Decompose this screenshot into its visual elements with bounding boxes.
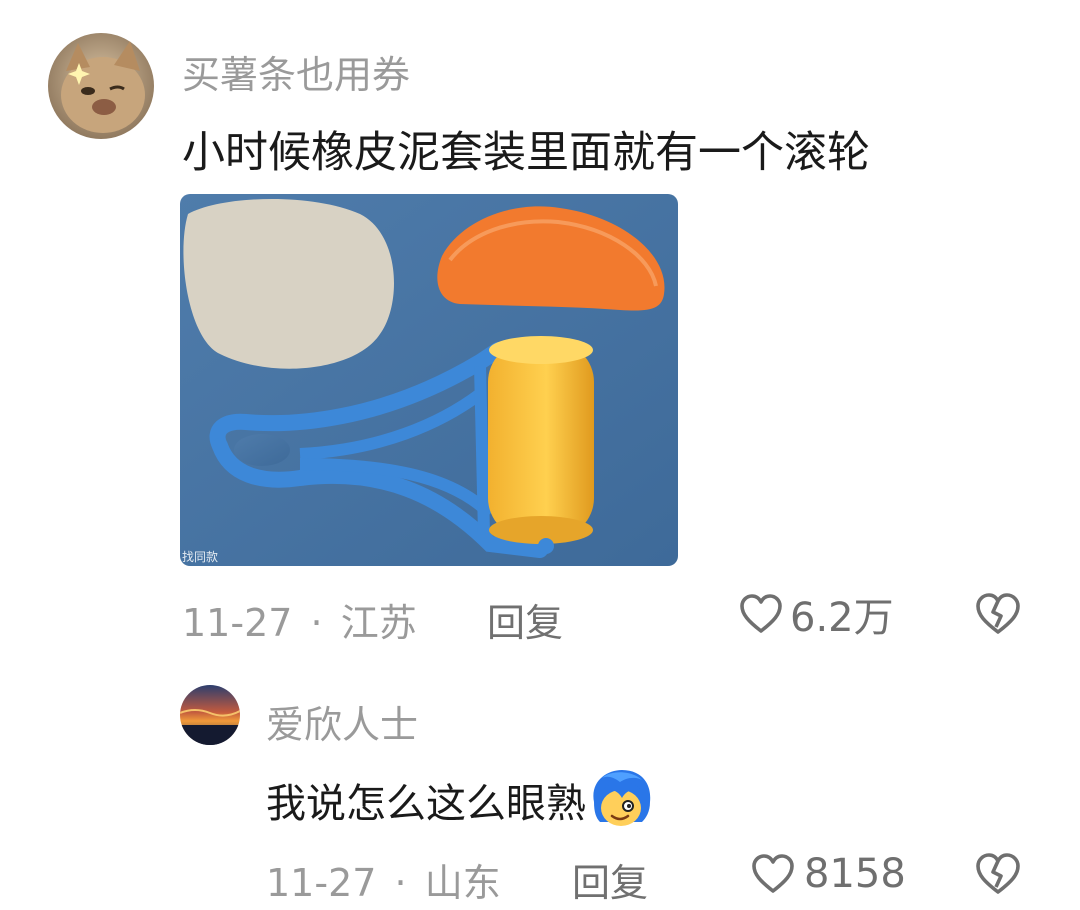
heart-outline-icon [750, 853, 796, 895]
reply-reply-button[interactable]: 回复 [572, 852, 648, 907]
reply-date-location: 11-27 · 山东 [266, 852, 501, 907]
comment-text: 小时候橡皮泥套装里面就有一个滚轮 [182, 128, 870, 178]
comment-location: 江苏 [340, 601, 417, 645]
sunset-avatar[interactable] [180, 685, 240, 745]
meta-separator: · [310, 601, 323, 645]
broken-heart-icon [974, 592, 1022, 636]
dislike-button[interactable] [974, 592, 1022, 640]
comment-date: 11-27 [182, 601, 293, 645]
broken-heart-icon [974, 852, 1022, 896]
cat-avatar[interactable] [48, 33, 154, 139]
like-button[interactable]: 6.2万 [738, 590, 894, 641]
reply-location: 山东 [424, 861, 501, 905]
blue-hair-face-emoji [588, 768, 654, 832]
comment-username[interactable]: 买薯条也用券 [182, 44, 410, 99]
heart-outline-icon [738, 593, 784, 635]
reply-username[interactable]: 爱欣人士 [266, 694, 418, 749]
reply-date: 11-27 [266, 861, 377, 905]
reply-like-button[interactable]: 8158 [750, 850, 906, 898]
comment-photo[interactable]: 找同款 [180, 194, 678, 566]
reply-text: 我说怎么这么眼熟 [266, 768, 654, 832]
reply-text-body: 我说怎么这么眼熟 [266, 781, 586, 827]
reply-button[interactable]: 回复 [487, 592, 563, 647]
meta-separator: · [394, 861, 407, 905]
photo-caption: 找同款 [182, 550, 219, 564]
like-count: 6.2万 [790, 595, 894, 641]
comment-date-location: 11-27 · 江苏 [182, 592, 417, 647]
reply-like-count: 8158 [804, 851, 906, 897]
reply-dislike-button[interactable] [974, 852, 1022, 900]
